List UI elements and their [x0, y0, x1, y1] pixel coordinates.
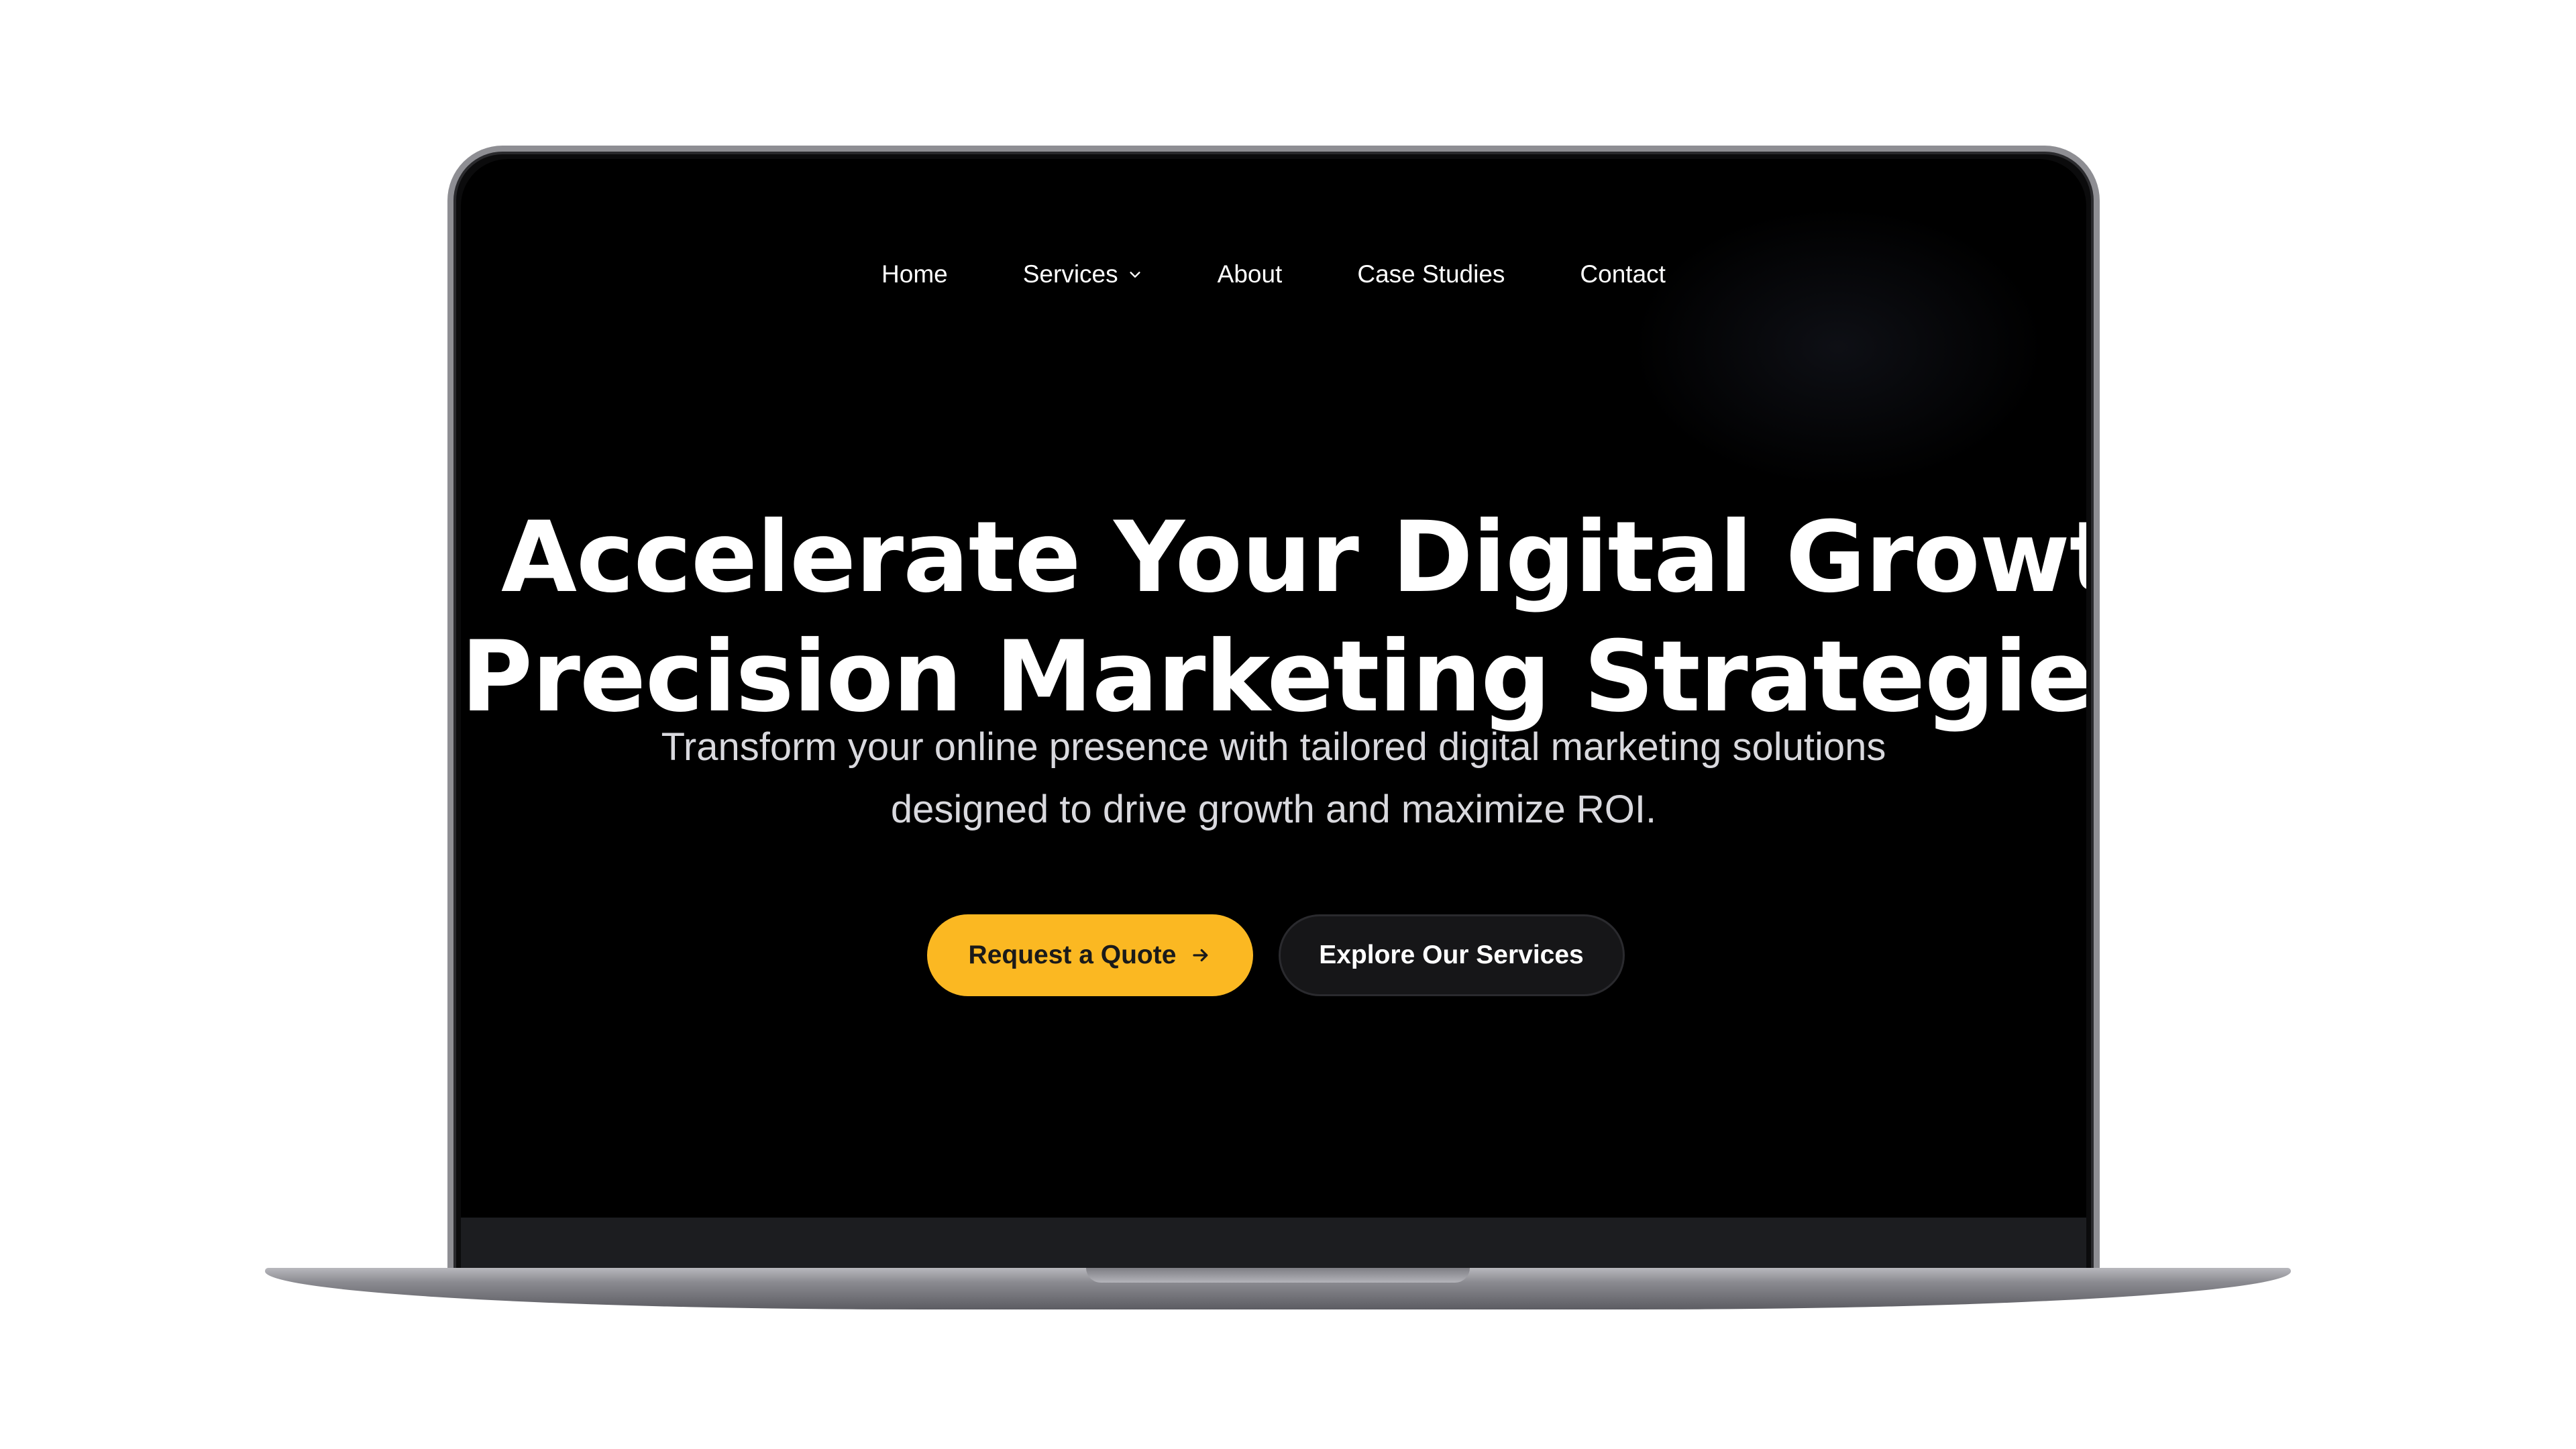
mockup-stage: Home Services About Case Studies Contact… [0, 0, 2576, 1449]
cta-row: Request a Quote Explore Our Services [465, 914, 2086, 996]
explore-services-button[interactable]: Explore Our Services [1278, 914, 1625, 996]
nav-item-contact[interactable]: Contact [1580, 260, 1666, 289]
chevron-down-icon [1130, 272, 1140, 278]
top-navigation: Home Services About Case Studies Contact [461, 260, 2086, 289]
arrow-right-icon [1193, 949, 1208, 962]
nav-item-case-studies[interactable]: Case Studies [1357, 260, 1505, 289]
request-quote-label: Request a Quote [968, 941, 1177, 969]
explore-services-label: Explore Our Services [1319, 941, 1584, 969]
hero-subtitle-line-2: designed to drive growth and maximize RO… [890, 788, 1657, 831]
nav-item-services[interactable]: Services [1023, 260, 1142, 289]
request-quote-button[interactable]: Request a Quote [926, 914, 1253, 996]
hero-subtitle-line-1: Transform your online presence with tail… [661, 725, 1886, 769]
laptop-base [265, 1268, 2291, 1309]
hero-title-line-1: Accelerate Your Digital Growth with [501, 500, 2086, 614]
hero-subtitle: Transform your online presence with tail… [461, 716, 2086, 841]
laptop-notch [1086, 1268, 1470, 1283]
laptop-lid: Home Services About Case Studies Contact… [447, 146, 2100, 1273]
laptop-screen: Home Services About Case Studies Contact… [461, 159, 2086, 1273]
screen-bottom-strip [461, 1218, 2086, 1273]
nav-item-services-label: Services [1022, 260, 1118, 288]
nav-item-home[interactable]: Home [881, 260, 948, 289]
screen-glow [1630, 206, 2046, 488]
nav-item-about[interactable]: About [1218, 260, 1283, 289]
hero-title: Accelerate Your Digital Growth with Prec… [461, 498, 2086, 737]
